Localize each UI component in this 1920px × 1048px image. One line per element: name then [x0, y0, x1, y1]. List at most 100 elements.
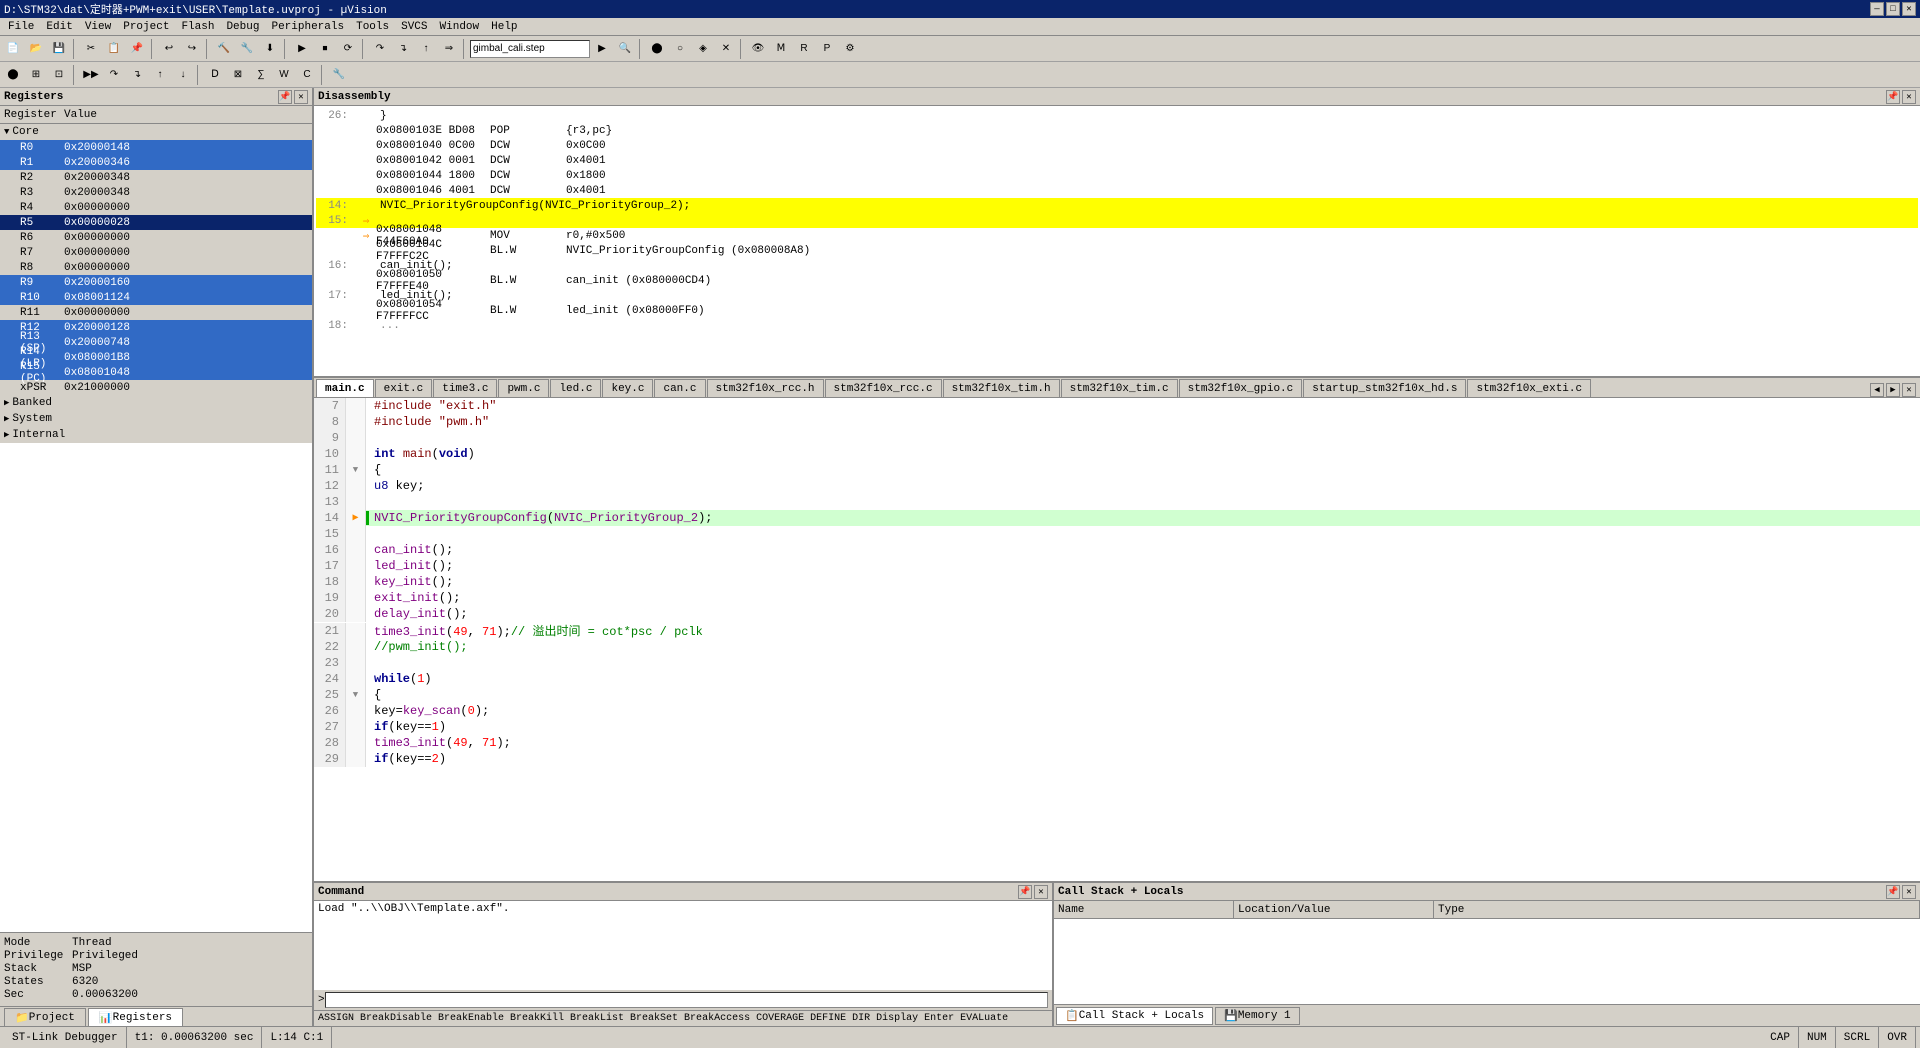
runtocursor-btn[interactable]: ⇒ — [438, 38, 460, 60]
t2-step[interactable]: ↷ — [103, 64, 125, 86]
t2-mem2[interactable]: ⊠ — [227, 64, 249, 86]
t2-btn1[interactable]: ⬤ — [2, 64, 24, 86]
breakpoint-btn[interactable]: ⬤ — [646, 38, 668, 60]
menu-flash[interactable]: Flash — [175, 20, 220, 34]
stepover-btn[interactable]: ↷ — [369, 38, 391, 60]
command-input[interactable] — [325, 992, 1048, 1008]
reg-r3[interactable]: R3 0x20000348 — [0, 185, 312, 200]
command-float-btn[interactable]: 📌 — [1018, 885, 1032, 899]
internal-header[interactable]: ▶ Internal — [0, 427, 312, 443]
callstack-tab[interactable]: 📋 Call Stack + Locals — [1056, 1007, 1213, 1025]
registers-close-btn[interactable]: ✕ — [294, 90, 308, 104]
reg-r2[interactable]: R2 0x20000348 — [0, 170, 312, 185]
tab-exti-c[interactable]: stm32f10x_exti.c — [1467, 379, 1591, 397]
t2-sym[interactable]: ∑ — [250, 64, 272, 86]
menu-help[interactable]: Help — [485, 20, 523, 34]
t2-watch[interactable]: W — [273, 64, 295, 86]
t2-call[interactable]: C — [296, 64, 318, 86]
reg-r4[interactable]: R4 0x00000000 — [0, 200, 312, 215]
menu-view[interactable]: View — [79, 20, 117, 34]
open-btn[interactable]: 📂 — [25, 38, 47, 60]
save-btn[interactable]: 💾 — [48, 38, 70, 60]
t2-out[interactable]: ↑ — [149, 64, 171, 86]
tab-exitc[interactable]: exit.c — [375, 379, 433, 397]
menu-tools[interactable]: Tools — [350, 20, 395, 34]
code-tabs-scroll-right[interactable]: ▶ — [1886, 383, 1900, 397]
tab-tim-h[interactable]: stm32f10x_tim.h — [943, 379, 1060, 397]
tab-pwmc[interactable]: pwm.c — [498, 379, 549, 397]
dis-bp-btn[interactable]: ◈ — [692, 38, 714, 60]
registers-float-btn[interactable]: 📌 — [278, 90, 292, 104]
menu-edit[interactable]: Edit — [40, 20, 78, 34]
command-close-btn[interactable]: ✕ — [1034, 885, 1048, 899]
tab-mainc[interactable]: main.c — [316, 379, 374, 397]
minimize-button[interactable]: — — [1870, 2, 1884, 16]
tab-startup[interactable]: startup_stm32f10x_hd.s — [1303, 379, 1466, 397]
t2-btn2[interactable]: ⊞ — [25, 64, 47, 86]
close-button[interactable]: ✕ — [1902, 2, 1916, 16]
undo-btn[interactable]: ↩ — [158, 38, 180, 60]
download-btn[interactable]: ⬇ — [259, 38, 281, 60]
settings-btn[interactable]: ⚙ — [839, 38, 861, 60]
registers-tab[interactable]: 📊 Registers — [88, 1008, 183, 1026]
clear-bp-btn[interactable]: ○ — [669, 38, 691, 60]
reg-r1[interactable]: R1 0x20000346 — [0, 155, 312, 170]
reg-r8[interactable]: R8 0x00000000 — [0, 260, 312, 275]
tab-rcc-h[interactable]: stm32f10x_rcc.h — [707, 379, 824, 397]
tab-ledc[interactable]: led.c — [550, 379, 601, 397]
t2-dis[interactable]: Ⅾ — [204, 64, 226, 86]
code-editor[interactable]: 7 #include "exit.h" 8 #include "pwm.h" 9 — [314, 398, 1920, 881]
disassembly-close-btn[interactable]: ✕ — [1902, 90, 1916, 104]
memory-tab[interactable]: 💾 Memory 1 — [1215, 1007, 1300, 1025]
t2-tools[interactable]: 🔧 — [328, 64, 350, 86]
t2-btn3[interactable]: ⊡ — [48, 64, 70, 86]
stepinto-btn[interactable]: ↴ — [392, 38, 414, 60]
rebuild-btn[interactable]: 🔧 — [236, 38, 258, 60]
tab-rcc-c[interactable]: stm32f10x_rcc.c — [825, 379, 942, 397]
kill-bp-btn[interactable]: ✕ — [715, 38, 737, 60]
menu-svcs[interactable]: SVCS — [395, 20, 433, 34]
build-btn[interactable]: 🔨 — [213, 38, 235, 60]
reg-r0[interactable]: R0 0x20000148 — [0, 140, 312, 155]
callstack-close-btn[interactable]: ✕ — [1902, 885, 1916, 899]
tab-gpio-c[interactable]: stm32f10x_gpio.c — [1179, 379, 1303, 397]
banked-header[interactable]: ▶ Banked — [0, 395, 312, 411]
core-header[interactable]: ▼ Core — [0, 124, 312, 140]
debug-btn[interactable]: ▶ — [291, 38, 313, 60]
copy-btn[interactable]: 📋 — [103, 38, 125, 60]
reg-r7[interactable]: R7 0x00000000 — [0, 245, 312, 260]
t2-cursor[interactable]: ↓ — [172, 64, 194, 86]
view-btn[interactable]: 👁 — [747, 38, 769, 60]
system-header[interactable]: ▶ System — [0, 411, 312, 427]
paste-btn[interactable]: 📌 — [126, 38, 148, 60]
tab-tim-c[interactable]: stm32f10x_tim.c — [1061, 379, 1178, 397]
menu-file[interactable]: File — [2, 20, 40, 34]
t2-run[interactable]: ▶▶ — [80, 64, 102, 86]
disassembly-content[interactable]: 26: } 0x0800103E BD08 POP {r3,pc} 0x0800… — [314, 106, 1920, 376]
reg-xpsr[interactable]: xPSR 0x21000000 — [0, 380, 312, 395]
step-input[interactable] — [470, 40, 590, 58]
cut-btn[interactable]: ✂ — [80, 38, 102, 60]
project-tab[interactable]: 📁 Project — [4, 1008, 86, 1026]
stop-btn[interactable]: ⏹ — [314, 38, 336, 60]
new-file-btn[interactable]: 📄 — [2, 38, 24, 60]
menu-debug[interactable]: Debug — [220, 20, 265, 34]
reg-r10[interactable]: R10 0x08001124 — [0, 290, 312, 305]
tab-keyc[interactable]: key.c — [602, 379, 653, 397]
menu-peripherals[interactable]: Peripherals — [265, 20, 350, 34]
reg-r9[interactable]: R9 0x20000160 — [0, 275, 312, 290]
menu-project[interactable]: Project — [117, 20, 175, 34]
stepout-btn[interactable]: ↑ — [415, 38, 437, 60]
reg-r5[interactable]: R5 0x00000028 — [0, 215, 312, 230]
disassembly-float-btn[interactable]: 📌 — [1886, 90, 1900, 104]
run-btn[interactable]: ▶ — [591, 38, 613, 60]
reset-btn[interactable]: ⟳ — [337, 38, 359, 60]
tab-time3c[interactable]: time3.c — [433, 379, 497, 397]
tab-canc[interactable]: can.c — [654, 379, 705, 397]
code-tabs-close[interactable]: ✕ — [1902, 383, 1916, 397]
maximize-button[interactable]: □ — [1886, 2, 1900, 16]
reg-r6[interactable]: R6 0x00000000 — [0, 230, 312, 245]
reg-r15[interactable]: R15 (PC) 0x08001048 — [0, 365, 312, 380]
mem-btn[interactable]: Ⅿ — [770, 38, 792, 60]
menu-window[interactable]: Window — [434, 20, 486, 34]
